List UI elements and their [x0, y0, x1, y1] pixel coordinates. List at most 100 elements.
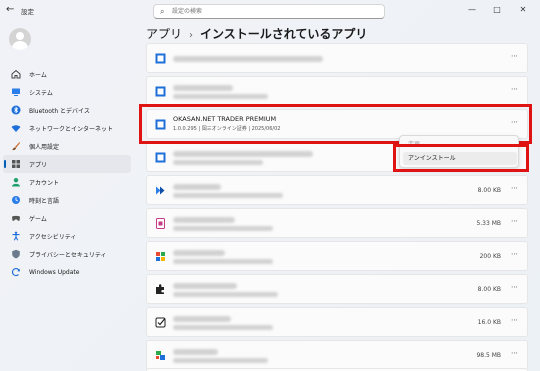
highlight-uninstall: [393, 144, 529, 172]
apps-icon: [9, 158, 23, 170]
app-size: 8.00 KB: [477, 286, 501, 293]
sidebar-item-label: アクセシビリティ: [29, 233, 77, 241]
app-size: 200 KB: [479, 253, 501, 260]
sidebar-item-label: ゲーム: [29, 215, 47, 223]
app-row: ⋯: [146, 76, 528, 106]
sidebar-item-label: ホーム: [29, 71, 47, 79]
chevron-right-icon: ›: [189, 30, 194, 41]
sidebar-item-label: ネットワークとインターネット: [29, 125, 114, 133]
sidebar-item-personalization[interactable]: 個人用設定: [3, 137, 131, 155]
app-size: 98.5 MB: [476, 352, 501, 359]
app-row: 8.00 KB ⋯: [146, 274, 528, 304]
redacted-app-details: [173, 193, 283, 198]
redacted-app-name: [173, 85, 233, 91]
app-puzzle-icon: [155, 284, 166, 295]
app-row: 200 KB ⋯: [146, 241, 528, 271]
app-checkbox-icon: [155, 317, 166, 328]
search-input[interactable]: [172, 6, 377, 17]
sidebar-item-label: システム: [29, 89, 53, 97]
redacted-app-name: [173, 283, 237, 289]
person-icon: [9, 176, 23, 188]
sidebar-item-label: プライバシーとセキュリティ: [29, 251, 107, 259]
shield-icon: [9, 248, 23, 260]
globe-clock-icon: [9, 194, 23, 206]
sidebar-item-label: 時刻と言語: [29, 197, 60, 205]
app-window-icon: [155, 86, 166, 97]
sidebar-item-label: Windows Update: [29, 268, 80, 276]
update-icon: [9, 266, 23, 278]
redacted-app-name: [173, 250, 225, 256]
redacted-app-details: [173, 226, 273, 231]
more-options-button[interactable]: ⋯: [511, 349, 518, 357]
redacted-app-details: [173, 325, 273, 330]
sidebar-item-gaming[interactable]: ゲーム: [3, 209, 131, 227]
sidebar-item-bluetooth[interactable]: Bluetooth とデバイス: [3, 101, 131, 119]
redacted-app-name: [173, 184, 221, 190]
sidebar-item-network[interactable]: ネットワークとインターネット: [3, 119, 131, 137]
sidebar-item-label: アカウント: [29, 179, 60, 187]
bluetooth-icon: [9, 104, 23, 116]
back-button[interactable]: ←: [6, 4, 14, 15]
redacted-app-details: [173, 358, 268, 363]
redacted-app-name: [173, 217, 235, 223]
sidebar-item-home[interactable]: ホーム: [3, 65, 131, 83]
accessibility-icon: [9, 230, 23, 242]
maximize-button[interactable]: □: [486, 2, 508, 18]
redacted-app-name: [173, 349, 218, 355]
app-row: 98.5 MB ⋯: [146, 340, 528, 370]
minimize-button[interactable]: —: [461, 2, 483, 18]
window-title: 設定: [21, 8, 34, 16]
app-row: 5.33 MB ⋯: [146, 208, 528, 238]
redacted-app-name: [173, 316, 231, 322]
redacted-app-name: [173, 56, 323, 62]
app-size: 8.00 KB: [477, 187, 501, 194]
sidebar-item-system[interactable]: システム: [3, 83, 131, 101]
app-row: 8.00 KB ⋯: [146, 175, 528, 205]
sidebar-item-label: 個人用設定: [29, 143, 60, 151]
breadcrumb: アプリ › インストールされているアプリ: [146, 25, 367, 42]
app-size: 5.33 MB: [476, 220, 501, 227]
more-options-button[interactable]: ⋯: [511, 283, 518, 291]
app-window-icon: [155, 152, 166, 163]
more-options-button[interactable]: ⋯: [511, 217, 518, 225]
sidebar-item-label: アプリ: [29, 161, 48, 169]
more-options-button[interactable]: ⋯: [511, 316, 518, 324]
app-network-icon: [155, 350, 166, 361]
sidebar-item-accounts[interactable]: アカウント: [3, 173, 131, 191]
more-options-button[interactable]: ⋯: [511, 85, 518, 93]
home-icon: [9, 68, 23, 80]
app-document-icon: [155, 218, 166, 229]
search-box[interactable]: ⌕: [153, 4, 385, 19]
sidebar-item-privacy[interactable]: プライバシーとセキュリティ: [3, 245, 131, 263]
app-arrow-icon: [155, 185, 166, 196]
monitor-icon: [9, 86, 23, 98]
redacted-app-details: [173, 292, 278, 297]
app-pinwheel-icon: [155, 251, 166, 262]
app-row: 16.0 KB ⋯: [146, 307, 528, 337]
redacted-app-name: [173, 151, 313, 157]
wifi-icon: [9, 122, 23, 134]
redacted-app-details: [173, 94, 268, 99]
avatar[interactable]: [9, 28, 31, 50]
sidebar-item-time-language[interactable]: 時刻と言語: [3, 191, 131, 209]
more-options-button[interactable]: ⋯: [511, 250, 518, 258]
brush-icon: [9, 140, 23, 152]
sidebar-item-accessibility[interactable]: アクセシビリティ: [3, 227, 131, 245]
sidebar-nav: ホーム システム Bluetooth とデバイス ネットワークとインターネット …: [0, 65, 134, 281]
sidebar-item-label: Bluetooth とデバイス: [29, 107, 90, 115]
more-options-button[interactable]: ⋯: [511, 184, 518, 192]
redacted-app-details: [173, 160, 263, 165]
app-window-icon: [155, 53, 166, 64]
selection-indicator: [4, 160, 6, 168]
sidebar-item-windows-update[interactable]: Windows Update: [3, 263, 131, 281]
app-row: ⋯: [146, 43, 528, 73]
settings-window: ← 設定 — □ ✕ ⌕ ホーム システム Bluetooth とデバイス ネッ…: [0, 0, 540, 371]
close-button[interactable]: ✕: [512, 2, 534, 18]
page-title: インストールされているアプリ: [200, 27, 368, 41]
gamepad-icon: [9, 212, 23, 224]
app-size: 16.0 KB: [477, 319, 501, 326]
more-options-button[interactable]: ⋯: [511, 52, 518, 60]
redacted-app-details: [173, 259, 273, 264]
breadcrumb-parent[interactable]: アプリ: [146, 27, 182, 41]
sidebar-item-apps[interactable]: アプリ: [3, 155, 131, 173]
